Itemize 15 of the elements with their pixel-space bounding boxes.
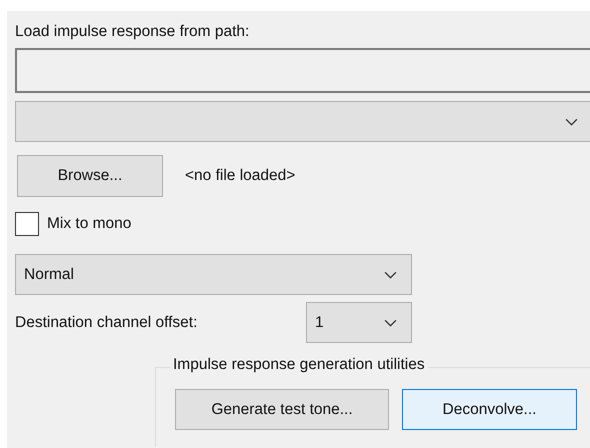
- utility-button[interactable]: Deconvolve...: [402, 389, 577, 430]
- browse-button[interactable]: Browse...: [17, 155, 163, 197]
- path-label: Load impulse response from path:: [15, 23, 250, 41]
- mode-dropdown[interactable]: Normal: [15, 254, 412, 295]
- path-field[interactable]: [15, 48, 590, 93]
- group-title: Impulse response generation utilities: [170, 356, 428, 374]
- channel-offset-label: Destination channel offset:: [15, 314, 198, 332]
- chevron-down-icon: [384, 270, 397, 278]
- chevron-down-icon: [384, 318, 397, 326]
- file-status: <no file loaded>: [185, 167, 296, 185]
- mix-to-mono-label: Mix to mono: [47, 215, 132, 233]
- chevron-down-icon: [565, 118, 578, 126]
- utility-button[interactable]: Generate test tone...: [175, 389, 389, 430]
- mix-to-mono-checkbox[interactable]: [15, 212, 39, 236]
- channel-offset-dropdown[interactable]: 1: [306, 302, 412, 343]
